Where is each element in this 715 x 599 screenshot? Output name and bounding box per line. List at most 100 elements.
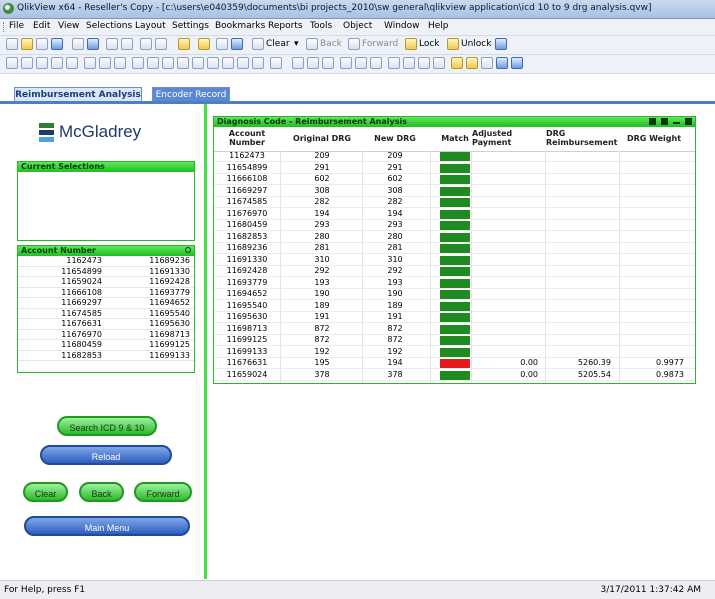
- container-icon[interactable]: [237, 57, 249, 69]
- new-doc-icon[interactable]: [6, 38, 18, 50]
- calendar-object-icon[interactable]: [192, 57, 204, 69]
- account-list-item[interactable]: 11676631: [18, 319, 106, 330]
- toolbar-options-icon[interactable]: [495, 38, 507, 50]
- forward-button[interactable]: Forward: [134, 482, 192, 502]
- bookmark-object-icon[interactable]: [207, 57, 219, 69]
- listbox-icon[interactable]: [21, 57, 33, 69]
- sheet-properties-icon[interactable]: [433, 57, 445, 69]
- tab-reimbursement-analysis[interactable]: Reimbursement Analysis: [14, 87, 142, 101]
- align-right-icon[interactable]: [370, 57, 382, 69]
- account-list-item[interactable]: 11695630: [106, 319, 194, 330]
- new-sheet-icon[interactable]: [6, 57, 18, 69]
- open-folder-icon[interactable]: [21, 38, 33, 50]
- clear-button[interactable]: Clear: [23, 482, 68, 502]
- redo-layout-icon[interactable]: [121, 38, 133, 50]
- space-vertical-icon[interactable]: [403, 57, 415, 69]
- header-drg-reimbursement[interactable]: DRG Reimbursement: [546, 129, 618, 147]
- table-row[interactable]: 11689236 281 281: [214, 243, 695, 255]
- table-row[interactable]: 11676631 195 194 0.00 5260.39 0.9977: [214, 358, 695, 370]
- account-list-item[interactable]: 11666108: [18, 288, 106, 298]
- current-selections-box[interactable]: Current Selections: [17, 161, 195, 241]
- search-icon[interactable]: [185, 247, 191, 253]
- excel-icon[interactable]: [661, 118, 669, 125]
- account-list-item[interactable]: 11669297: [18, 298, 106, 309]
- tablebox-icon[interactable]: [51, 57, 63, 69]
- account-list-item[interactable]: 11689236: [106, 256, 194, 267]
- align-center-icon[interactable]: [340, 57, 352, 69]
- align-top-icon[interactable]: [322, 57, 334, 69]
- table-row[interactable]: 11659024 378 378 0.00 5205.54 0.9873: [214, 370, 695, 381]
- maximize-icon[interactable]: [685, 118, 692, 125]
- menu-tools[interactable]: Tools: [310, 21, 332, 31]
- expression-icon[interactable]: [451, 57, 463, 69]
- menu-window[interactable]: Window: [384, 21, 420, 31]
- text-object-icon[interactable]: [147, 57, 159, 69]
- lock-label[interactable]: Lock: [419, 39, 440, 49]
- account-list-item[interactable]: 11676970: [18, 330, 106, 340]
- header-account-number[interactable]: Account Number: [220, 129, 274, 147]
- header-new-drg[interactable]: New DRG: [370, 134, 420, 143]
- table-row[interactable]: 11698713 872 872: [214, 324, 695, 335]
- variable-icon[interactable]: [466, 57, 478, 69]
- menu-settings[interactable]: Settings: [172, 21, 209, 31]
- menu-layout[interactable]: Layout: [135, 21, 166, 31]
- button-object-icon[interactable]: [132, 57, 144, 69]
- account-list-item[interactable]: 11692428: [106, 277, 194, 288]
- menu-selections[interactable]: Selections: [86, 21, 132, 31]
- forward-arrow-icon[interactable]: [348, 38, 360, 50]
- table-row[interactable]: 11694652 190 190: [214, 289, 695, 301]
- chart-icon[interactable]: [66, 57, 78, 69]
- bookmark-star-icon[interactable]: [198, 38, 210, 50]
- undo-layout-icon[interactable]: [106, 38, 118, 50]
- edit-module-icon[interactable]: [481, 57, 493, 69]
- open-server-icon[interactable]: [36, 38, 48, 50]
- menu-file[interactable]: File: [9, 21, 24, 31]
- menu-edit[interactable]: Edit: [33, 21, 50, 31]
- account-list-item[interactable]: 11691330: [106, 267, 194, 277]
- account-list-item[interactable]: 1162473: [18, 256, 106, 267]
- menu-object[interactable]: Object: [343, 21, 372, 31]
- account-list-item[interactable]: 11682853: [18, 351, 106, 361]
- account-list-item[interactable]: 11674585: [18, 309, 106, 319]
- slider-object-icon[interactable]: [177, 57, 189, 69]
- account-number-values[interactable]: 1162473 11689236 11654899 11691330 11659024 1…: [18, 256, 194, 361]
- table-row[interactable]: 11699125 872 872: [214, 335, 695, 347]
- main-menu-button[interactable]: Main Menu: [24, 516, 190, 536]
- back-button[interactable]: Back: [79, 482, 124, 502]
- line-object-icon[interactable]: [162, 57, 174, 69]
- menu-help[interactable]: Help: [428, 21, 449, 31]
- advanced-search-icon[interactable]: [155, 38, 167, 50]
- help-icon[interactable]: [231, 38, 243, 50]
- table-row[interactable]: 11682853 280 280: [214, 232, 695, 243]
- back-arrow-icon[interactable]: [306, 38, 318, 50]
- account-list-item[interactable]: 11695540: [106, 309, 194, 319]
- table-row[interactable]: 11654899 291 291: [214, 163, 695, 174]
- save-icon[interactable]: [51, 38, 63, 50]
- print-icon[interactable]: [496, 57, 508, 69]
- table-row[interactable]: 11676970 194 194: [214, 209, 695, 220]
- table-viewer-icon[interactable]: [178, 38, 190, 50]
- chevron-down-icon[interactable]: ▾: [294, 39, 299, 49]
- lock-icon[interactable]: [405, 38, 417, 50]
- account-list-item[interactable]: 11699125: [106, 340, 194, 351]
- account-list-item[interactable]: 11698713: [106, 330, 194, 340]
- inputbox-icon[interactable]: [84, 57, 96, 69]
- forward-label[interactable]: Forward: [362, 39, 398, 49]
- table-row[interactable]: 11699133 192 192: [214, 347, 695, 358]
- table-row[interactable]: 1162473 209 209: [214, 151, 695, 163]
- header-adjusted-payment[interactable]: Adjusted Payment: [472, 129, 542, 147]
- table-row[interactable]: 11669297 308 308: [214, 186, 695, 197]
- search-icon[interactable]: [140, 38, 152, 50]
- back-label[interactable]: Back: [320, 39, 342, 49]
- table-row[interactable]: 11693779 193 193: [214, 278, 695, 289]
- format-painter-icon[interactable]: [292, 57, 304, 69]
- reload-button[interactable]: Reload: [40, 445, 172, 465]
- tip-icon[interactable]: [216, 38, 228, 50]
- search-object-icon[interactable]: [222, 57, 234, 69]
- reload-icon[interactable]: [87, 38, 99, 50]
- search-icd-button[interactable]: Search ICD 9 & 10: [57, 416, 157, 436]
- multibox-icon[interactable]: [36, 57, 48, 69]
- table-row[interactable]: 11695630 191 191: [214, 312, 695, 324]
- table-row[interactable]: 11691330 310 310: [214, 255, 695, 266]
- align-bottom-icon[interactable]: [355, 57, 367, 69]
